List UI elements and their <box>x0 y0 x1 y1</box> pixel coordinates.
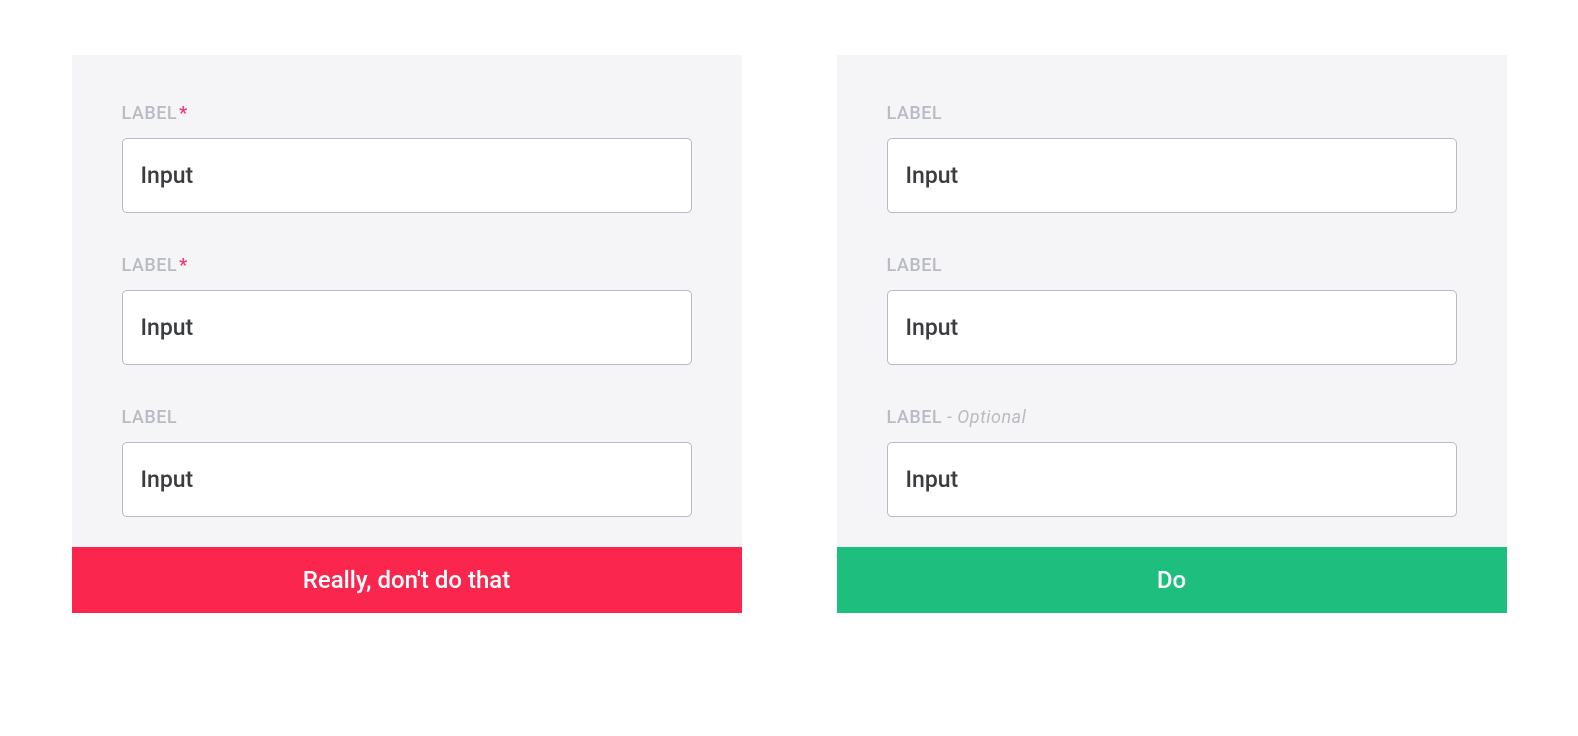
do-card: LABEL Input LABEL Input LABEL - Optional… <box>837 55 1507 613</box>
text-input[interactable]: Input <box>122 290 692 365</box>
text-input[interactable]: Input <box>887 138 1457 213</box>
dont-footer-banner: Really, don't do that <box>72 547 742 613</box>
field-label: LABEL <box>887 255 943 276</box>
optional-suffix: - Optional <box>942 407 1026 428</box>
field-label-row: LABEL <box>887 103 1457 124</box>
form-field: LABEL* Input <box>122 255 692 365</box>
text-input[interactable]: Input <box>122 442 692 517</box>
text-input[interactable]: Input <box>887 442 1457 517</box>
form-field: LABEL Input <box>887 103 1457 213</box>
field-label: LABEL <box>887 407 943 428</box>
required-asterisk: * <box>179 103 188 124</box>
form-field: LABEL* Input <box>122 103 692 213</box>
form-field: LABEL Input <box>887 255 1457 365</box>
dont-card: LABEL* Input LABEL* Input LABEL Input Re… <box>72 55 742 613</box>
field-label-row: LABEL - Optional <box>887 407 1457 428</box>
field-label: LABEL <box>122 255 178 276</box>
form-field: LABEL Input <box>122 407 692 517</box>
field-label: LABEL <box>122 407 178 428</box>
required-asterisk: * <box>179 255 188 276</box>
text-input[interactable]: Input <box>887 290 1457 365</box>
field-label-row: LABEL* <box>122 255 692 276</box>
form-field: LABEL - Optional Input <box>887 407 1457 517</box>
text-input[interactable]: Input <box>122 138 692 213</box>
do-footer-text: Do <box>1157 566 1186 594</box>
field-label-row: LABEL <box>887 255 1457 276</box>
dont-card-body: LABEL* Input LABEL* Input LABEL Input <box>72 55 742 547</box>
dont-footer-text: Really, don't do that <box>303 566 510 594</box>
field-label: LABEL <box>122 103 178 124</box>
field-label: LABEL <box>887 103 943 124</box>
field-label-row: LABEL* <box>122 103 692 124</box>
do-footer-banner: Do <box>837 547 1507 613</box>
field-label-row: LABEL <box>122 407 692 428</box>
do-card-body: LABEL Input LABEL Input LABEL - Optional… <box>837 55 1507 547</box>
